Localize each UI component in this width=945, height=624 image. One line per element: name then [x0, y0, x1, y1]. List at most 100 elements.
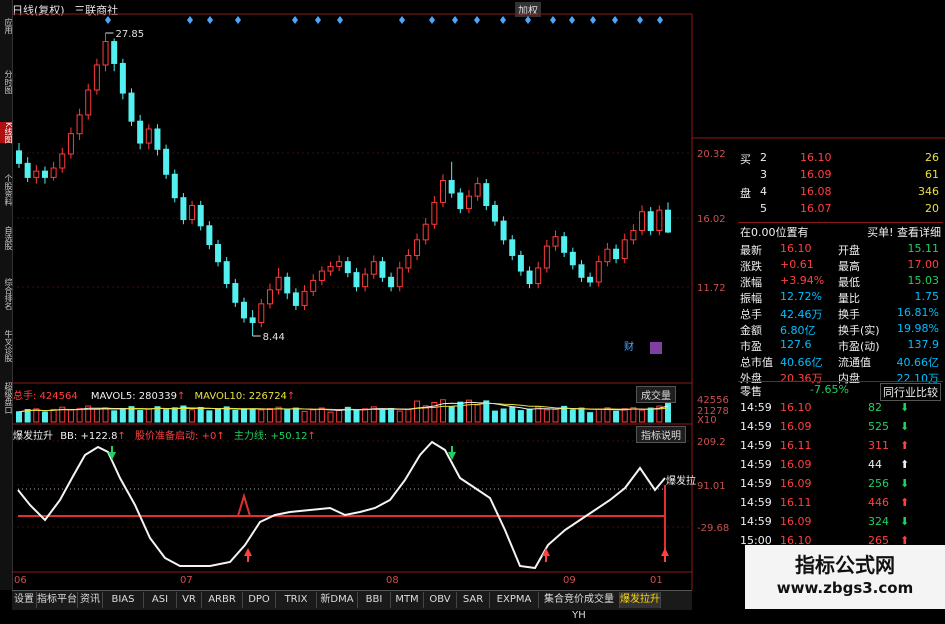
candle-body — [379, 261, 386, 278]
tab-0[interactable]: 设置 — [12, 592, 37, 608]
candle-body — [561, 236, 568, 253]
buy-arrow-icon — [661, 548, 669, 556]
mavol5-label: MAVOL5: 280339 — [90, 391, 177, 402]
candle-body — [137, 120, 144, 144]
tab-16[interactable]: 爆发拉升 — [620, 592, 661, 608]
volume-bar — [197, 406, 204, 423]
date-axis-label: 06 — [14, 575, 27, 586]
indicator-tabs: 设置 指标平台 资讯 BIAS ASI VR ARBR DPO TRIX 新DMA BBI MTM OB… — [12, 590, 692, 621]
order-position-row[interactable]: 在0.00位置有 买单! 查看详细 — [738, 222, 943, 239]
quote-value: 127.6 — [780, 338, 812, 351]
quote-row: 总市值 40.66亿 流通值 40.66亿 — [738, 353, 943, 370]
price-axis-label: 16.02 — [697, 214, 726, 225]
order-volume: 26 — [925, 151, 939, 164]
quote-panel: 买 2 16.10 26 3 16.09 61 盘 4 16.08 346 5 16.07 20 在0.00… — [738, 140, 945, 590]
trade-price: 16.11 — [780, 439, 812, 452]
volume-bar — [189, 409, 196, 423]
tab-8[interactable]: TRIX — [276, 592, 317, 608]
candle-body — [85, 89, 92, 116]
candle-body — [240, 301, 247, 319]
tab-14[interactable]: EXPMA — [490, 592, 539, 608]
candle-body — [639, 211, 646, 231]
candle-body — [656, 209, 663, 231]
event-diamond-icon — [569, 16, 575, 24]
quote-label: 金额 — [740, 324, 762, 337]
quote-row: 金额 6.80亿 换手(实) 19.98% — [738, 321, 943, 338]
volume-bar — [552, 408, 559, 423]
candle-body — [396, 267, 403, 288]
candle-body — [301, 290, 308, 306]
quote-value: 19.98% — [897, 322, 939, 335]
candle-body — [171, 173, 178, 199]
tab-12[interactable]: OBV — [424, 592, 457, 608]
date-axis-label: 01 — [650, 575, 663, 586]
event-diamond-icon — [500, 16, 506, 24]
quote-value: 40.66亿 — [780, 356, 823, 369]
volume-header: 总手: 424564 MAVOL5: 280339↑ MAVOL10: 2267… — [13, 391, 296, 402]
tab-7[interactable]: DPO — [243, 592, 276, 608]
order-level: 2 — [760, 151, 767, 164]
quote-value: +3.94% — [780, 274, 825, 287]
tab-3[interactable]: BIAS — [103, 592, 144, 608]
volume-bar — [647, 407, 654, 423]
compare-button[interactable]: 同行业比较 — [880, 383, 941, 401]
trade-price: 16.10 — [780, 401, 812, 414]
tab-9[interactable]: 新DMA — [317, 592, 358, 608]
volume-bar — [353, 409, 360, 423]
volume-bar — [448, 406, 455, 423]
candle-body — [535, 267, 542, 285]
candle-body — [569, 251, 576, 266]
tab-10[interactable]: BBI — [358, 592, 391, 608]
event-diamond-icon — [292, 16, 298, 24]
trade-time: 14:59 — [740, 420, 772, 433]
indicator-help-button[interactable]: 指标说明 — [636, 426, 686, 443]
event-diamond-icon — [452, 16, 458, 24]
candle-body — [111, 41, 118, 64]
quote-label: 最新 — [740, 244, 762, 257]
volume-bar — [232, 409, 239, 423]
volume-bar — [266, 408, 273, 423]
candle-body — [102, 41, 109, 66]
trade-row: 14:59 16.11 311 ⬆ — [738, 438, 943, 455]
volume-bar — [465, 399, 472, 423]
candle-body — [552, 236, 559, 247]
candle-body — [509, 239, 516, 256]
candle-body — [414, 239, 421, 256]
mavol10-label: MAVOL10: 226724 — [194, 391, 287, 402]
volume-bar — [491, 410, 498, 423]
tab-5[interactable]: VR — [177, 592, 202, 608]
volume-bar — [206, 410, 213, 423]
watermark-url: www.zbgs3.com — [776, 579, 914, 597]
tab-6[interactable]: ARBR — [202, 592, 243, 608]
quote-row: 涨幅 +3.94% 最低 15.03 — [738, 273, 943, 290]
candle-body — [163, 148, 170, 175]
volume-bar — [137, 410, 144, 423]
volume-button[interactable]: 成交量 — [636, 386, 676, 403]
candle-body — [500, 220, 507, 241]
candle-body — [440, 180, 447, 203]
tab-13[interactable]: SAR — [457, 592, 490, 608]
quote-value: 40.66亿 — [896, 356, 940, 369]
volume-bar — [24, 409, 31, 423]
trade-time: 14:59 — [740, 401, 772, 414]
tab-1[interactable]: 指标平台 — [37, 592, 78, 608]
quote-label: 总市值 — [740, 356, 773, 369]
candle-body — [41, 170, 48, 178]
volume-bar — [275, 406, 282, 423]
tab-2[interactable]: 资讯 — [78, 592, 103, 608]
trade-price: 16.09 — [780, 477, 812, 490]
trade-volume: 82 — [868, 401, 882, 414]
candle-body — [517, 254, 524, 272]
quote-label: 量比 — [838, 292, 860, 305]
tab-4[interactable]: ASI — [144, 592, 177, 608]
candle-body — [232, 283, 239, 303]
tab-15[interactable]: 集合竞价成交量YH — [539, 592, 620, 621]
candle-body — [275, 276, 282, 291]
candle-body — [50, 167, 57, 178]
volume-axis-label: X10 — [697, 415, 717, 426]
volume-bar — [630, 407, 637, 423]
tab-11[interactable]: MTM — [391, 592, 424, 608]
watermark: 指标公式网 www.zbgs3.com — [745, 545, 945, 609]
quote-label: 总手 — [740, 308, 762, 321]
quote-value: 15.03 — [907, 274, 940, 287]
